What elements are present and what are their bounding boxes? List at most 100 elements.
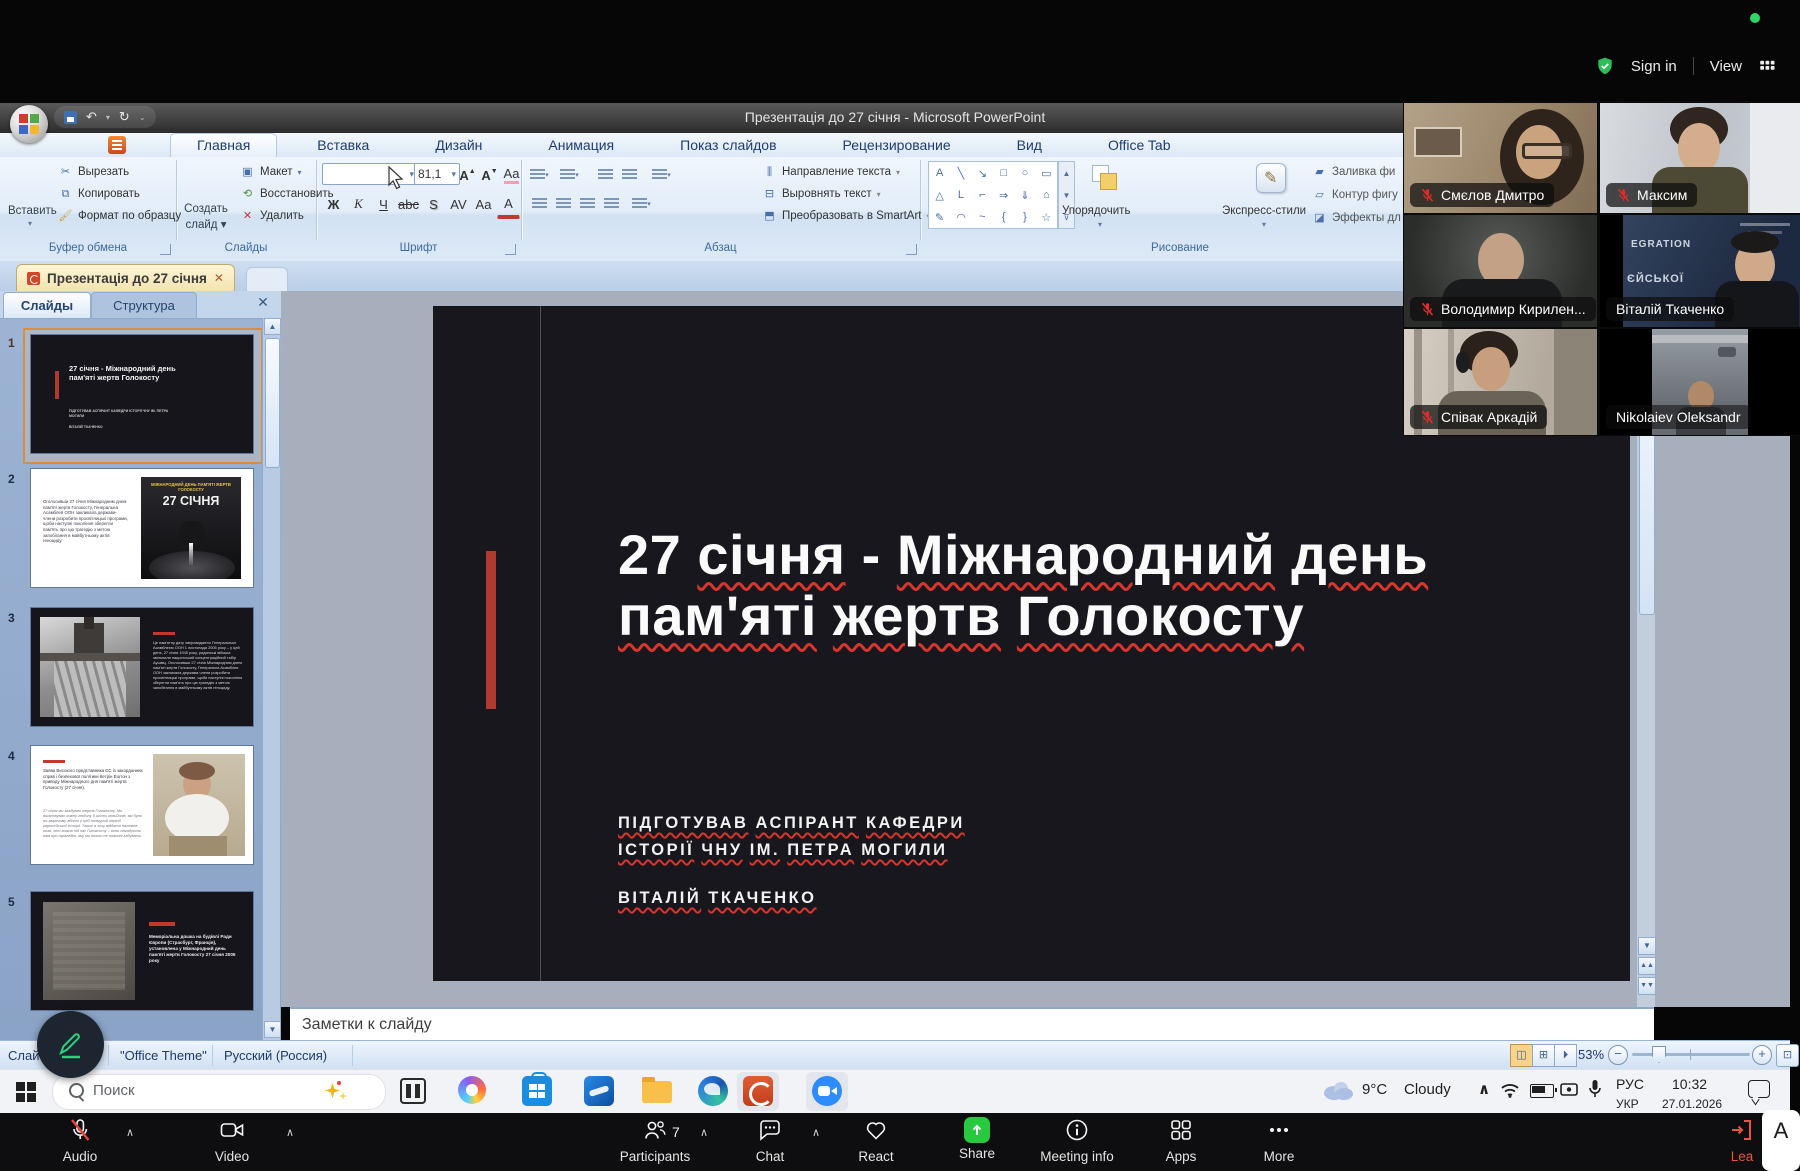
cast-icon[interactable] (1560, 1082, 1580, 1098)
save-icon[interactable] (64, 111, 77, 124)
shape-glyph[interactable]: ✎ (929, 206, 950, 228)
shadow-button[interactable]: S (422, 192, 445, 216)
sign-in-button[interactable]: Sign in (1631, 58, 1677, 75)
paste-dropdown-icon[interactable]: ▾ (28, 219, 32, 228)
tab-office-tab[interactable]: Office Tab (1082, 133, 1197, 157)
notification-icon[interactable] (1748, 1080, 1770, 1098)
video-tile-vitalii[interactable]: EGRATION ЄЙСЬКОЇ Віталій Ткаченко (1600, 215, 1800, 327)
wifi-icon[interactable] (1500, 1082, 1520, 1098)
shape-glyph[interactable]: A (929, 162, 950, 184)
document-tab[interactable]: Презентація до 27 січня ✕ (16, 264, 235, 291)
video-tile-volodymyr[interactable]: Володимир Кирилен... (1404, 215, 1597, 327)
tab-review[interactable]: Рецензирование (817, 133, 977, 157)
slide-thumbnail-5[interactable]: Меморіальна дошка на будівлі Ради Європи… (30, 891, 254, 1011)
new-slide-button[interactable]: Создать слайд ▾ (182, 161, 230, 238)
tray-chevron-icon[interactable]: ∧ (1478, 1080, 1490, 1098)
tab-outline-pane[interactable]: Структура (91, 292, 197, 318)
clear-formatting-button[interactable]: Aa (500, 163, 523, 187)
bullets-button[interactable]: ▾ (528, 163, 551, 187)
shape-glyph[interactable]: ↘ (972, 162, 993, 184)
shape-glyph[interactable]: ◠ (950, 206, 971, 228)
text-direction-button[interactable]: ⫼Направление текста▾ (762, 165, 900, 179)
format-painter-button[interactable]: 🖌Формат по образцу (58, 209, 181, 223)
paste-button[interactable]: Вставить ▾ (8, 161, 56, 238)
shape-glyph[interactable]: ⌐ (972, 184, 993, 206)
shape-glyph[interactable]: ~ (972, 206, 993, 228)
italic-button[interactable]: K (347, 192, 370, 216)
shape-glyph[interactable]: △ (929, 184, 950, 206)
shape-glyph[interactable]: □ (993, 162, 1014, 184)
battery-icon[interactable] (1530, 1084, 1554, 1098)
more-button[interactable]: More (1240, 1117, 1318, 1164)
participants-button[interactable]: Participants (605, 1117, 705, 1164)
align-right-button[interactable] (576, 192, 599, 216)
underline-button[interactable]: Ч (372, 192, 395, 216)
tab-slideshow[interactable]: Показ слайдов (654, 133, 802, 157)
new-document-tab-stub[interactable] (246, 267, 288, 291)
file-explorer-icon[interactable] (642, 1081, 672, 1103)
shape-effects-button[interactable]: ◪Эффекты дл (1312, 211, 1401, 225)
clock-time[interactable]: 10:32 (1672, 1076, 1707, 1092)
increase-indent-button[interactable] (618, 163, 641, 187)
slide-author[interactable]: ВІТАЛІЙ ТКАЧЕНКО (618, 889, 1048, 908)
zoom-in-button[interactable]: + (1752, 1045, 1772, 1065)
numbering-button[interactable]: ▾ (558, 163, 581, 187)
video-tile-maksym[interactable]: Максим (1600, 103, 1800, 213)
align-text-button[interactable]: ⊟Выровнять текст▾ (762, 187, 881, 201)
weather-condition[interactable]: Cloudy (1404, 1081, 1451, 1098)
annotation-button[interactable] (37, 1011, 104, 1078)
start-button[interactable] (16, 1082, 36, 1102)
powerpoint-icon[interactable] (743, 1076, 773, 1106)
notes-pane[interactable]: Заметки к слайду (290, 1007, 1654, 1042)
scroll-down-icon[interactable]: ▼ (264, 1021, 281, 1038)
shape-glyph[interactable]: ○ (1014, 162, 1035, 184)
cut-button[interactable]: ✂Вырезать (58, 165, 129, 179)
language-indicator[interactable]: РУС (1616, 1076, 1644, 1092)
decrease-indent-button[interactable] (594, 163, 617, 187)
quick-styles-button[interactable]: Экспресс-стили (1222, 205, 1306, 217)
slide-sorter-view-button[interactable]: ⊞ (1532, 1044, 1555, 1067)
status-language-label[interactable]: Русский (Россия) (224, 1048, 327, 1063)
taskbar-search[interactable]: Поиск (52, 1074, 386, 1110)
copy-button[interactable]: ⧉Копировать (58, 187, 140, 201)
chat-button[interactable]: Chat (730, 1117, 810, 1164)
slide-subtitle[interactable]: ПІДГОТУВАВ АСПІРАНТ КАФЕДРИ ІСТОРІЇ ЧНУ … (618, 810, 1048, 864)
microsoft-store-icon[interactable] (522, 1076, 552, 1106)
slide-thumbnail-3[interactable]: Це пам'ятну дату запроваджено Генерально… (30, 607, 254, 727)
slide-thumbnail-1[interactable]: 27 січня - Міжнародний день пам'яті жерт… (30, 334, 254, 454)
task-view-icon[interactable] (400, 1078, 426, 1104)
zoom-slider-track[interactable] (1632, 1053, 1750, 1056)
meeting-info-button[interactable]: Meeting info (1022, 1117, 1132, 1164)
tray-mic-icon[interactable] (1588, 1079, 1602, 1099)
office-button[interactable] (10, 105, 48, 143)
redo-icon[interactable]: ↻ (119, 109, 130, 125)
character-spacing-button[interactable]: AV (447, 192, 470, 216)
video-tile-nikolaiev[interactable]: Nikolaiev Oleksandr (1600, 329, 1800, 435)
previous-slide-button[interactable]: ▲▲ (1638, 957, 1656, 975)
align-left-button[interactable] (528, 192, 551, 216)
smartart-button[interactable]: ⬒Преобразовать в SmartArt▾ (762, 209, 931, 223)
shape-fill-button[interactable]: ▰Заливка фи (1312, 165, 1395, 179)
zoom-app-icon[interactable] (812, 1076, 842, 1106)
tab-design[interactable]: Дизайн (409, 133, 508, 157)
quick-styles-dropdown-icon[interactable]: ▾ (1262, 220, 1266, 229)
font-color-button[interactable]: А (497, 192, 520, 219)
tab-animation[interactable]: Анимация (522, 133, 640, 157)
tab-insert[interactable]: Вставка (291, 133, 395, 157)
view-button[interactable]: View (1710, 58, 1742, 75)
tab-home[interactable]: Главная (170, 133, 277, 157)
shape-glyph[interactable]: ╲ (950, 162, 971, 184)
font-dialog-launcher[interactable] (505, 244, 516, 255)
share-button[interactable]: Share (938, 1117, 1016, 1161)
video-tile-spivak[interactable]: Співак Аркадій (1404, 329, 1597, 435)
weather-temp[interactable]: 9°C (1362, 1081, 1387, 1098)
shapes-scroll[interactable]: ▲▼⊽ (1058, 161, 1075, 229)
copilot-icon[interactable] (458, 1076, 486, 1104)
paragraph-dialog-launcher[interactable] (906, 244, 917, 255)
office-tab-addin-icon[interactable] (108, 136, 126, 154)
scrollbar-thumb[interactable] (265, 338, 280, 468)
shape-glyph[interactable]: L (950, 184, 971, 206)
shape-outline-button[interactable]: ▱Контур фигу (1312, 188, 1398, 202)
weather-icon[interactable] (1320, 1078, 1354, 1102)
next-slide-button[interactable]: ▼▼ (1638, 977, 1656, 995)
